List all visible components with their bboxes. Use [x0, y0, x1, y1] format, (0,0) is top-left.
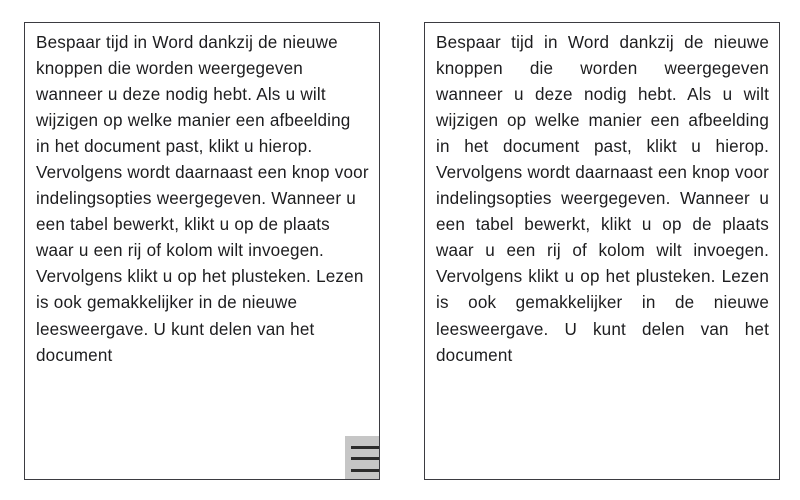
text-box-left-aligned[interactable]: Bespaar tijd in Word dankzij de nieuwe k…: [24, 22, 380, 480]
image-placeholder-left[interactable]: [345, 436, 379, 479]
paragraph-left-aligned[interactable]: Bespaar tijd in Word dankzij de nieuwe k…: [36, 30, 369, 369]
text-box-justified[interactable]: Bespaar tijd in Word dankzij de nieuwe k…: [424, 22, 780, 480]
placeholder-line-icon: [351, 446, 379, 449]
placeholder-line-icon: [351, 469, 379, 472]
placeholder-line-icon: [351, 457, 379, 460]
paragraph-justified[interactable]: Bespaar tijd in Word dankzij de nieuwe k…: [436, 30, 769, 395]
alignment-comparison: Bespaar tijd in Word dankzij de nieuwe k…: [0, 0, 800, 500]
